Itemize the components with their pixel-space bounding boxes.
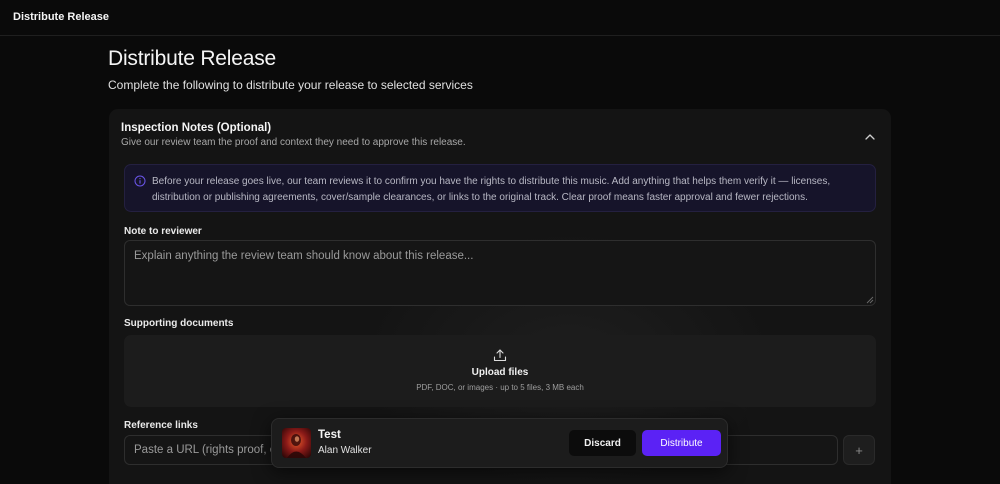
collapse-button[interactable] xyxy=(862,129,878,143)
resize-grip-icon[interactable] xyxy=(866,296,874,304)
distribute-button[interactable]: Distribute xyxy=(642,430,721,456)
note-label: Note to reviewer xyxy=(124,226,202,237)
chevron-up-icon xyxy=(865,133,875,140)
reference-links-label: Reference links xyxy=(124,420,198,431)
section-title: Inspection Notes (Optional) xyxy=(121,122,272,134)
page-title: Distribute Release xyxy=(108,47,276,70)
note-to-reviewer-textarea[interactable] xyxy=(124,240,876,306)
upload-title: Upload files xyxy=(471,367,529,378)
add-link-button[interactable]: + xyxy=(843,435,875,465)
track-artist: Alan Walker xyxy=(318,445,372,456)
upload-dropzone[interactable]: Upload files PDF, DOC, or images · up to… xyxy=(124,335,876,407)
topbar-title: Distribute Release xyxy=(13,11,109,23)
album-cover xyxy=(282,428,311,458)
discard-button[interactable]: Discard xyxy=(569,430,636,456)
documents-label: Supporting documents xyxy=(124,318,234,329)
info-icon xyxy=(134,175,146,187)
release-action-bar: Test Alan Walker Discard Distribute xyxy=(271,418,728,468)
upload-icon xyxy=(493,349,507,362)
info-text: Before your release goes live, our team … xyxy=(152,176,831,203)
info-callout: Before your release goes live, our team … xyxy=(124,164,876,212)
top-bar: Distribute Release xyxy=(0,0,1000,36)
section-subtitle: Give our review team the proof and conte… xyxy=(121,137,466,148)
page-subtitle: Complete the following to distribute you… xyxy=(108,78,473,92)
upload-hint: PDF, DOC, or images · up to 5 files, 3 M… xyxy=(416,383,584,392)
track-title: Test xyxy=(318,429,341,441)
